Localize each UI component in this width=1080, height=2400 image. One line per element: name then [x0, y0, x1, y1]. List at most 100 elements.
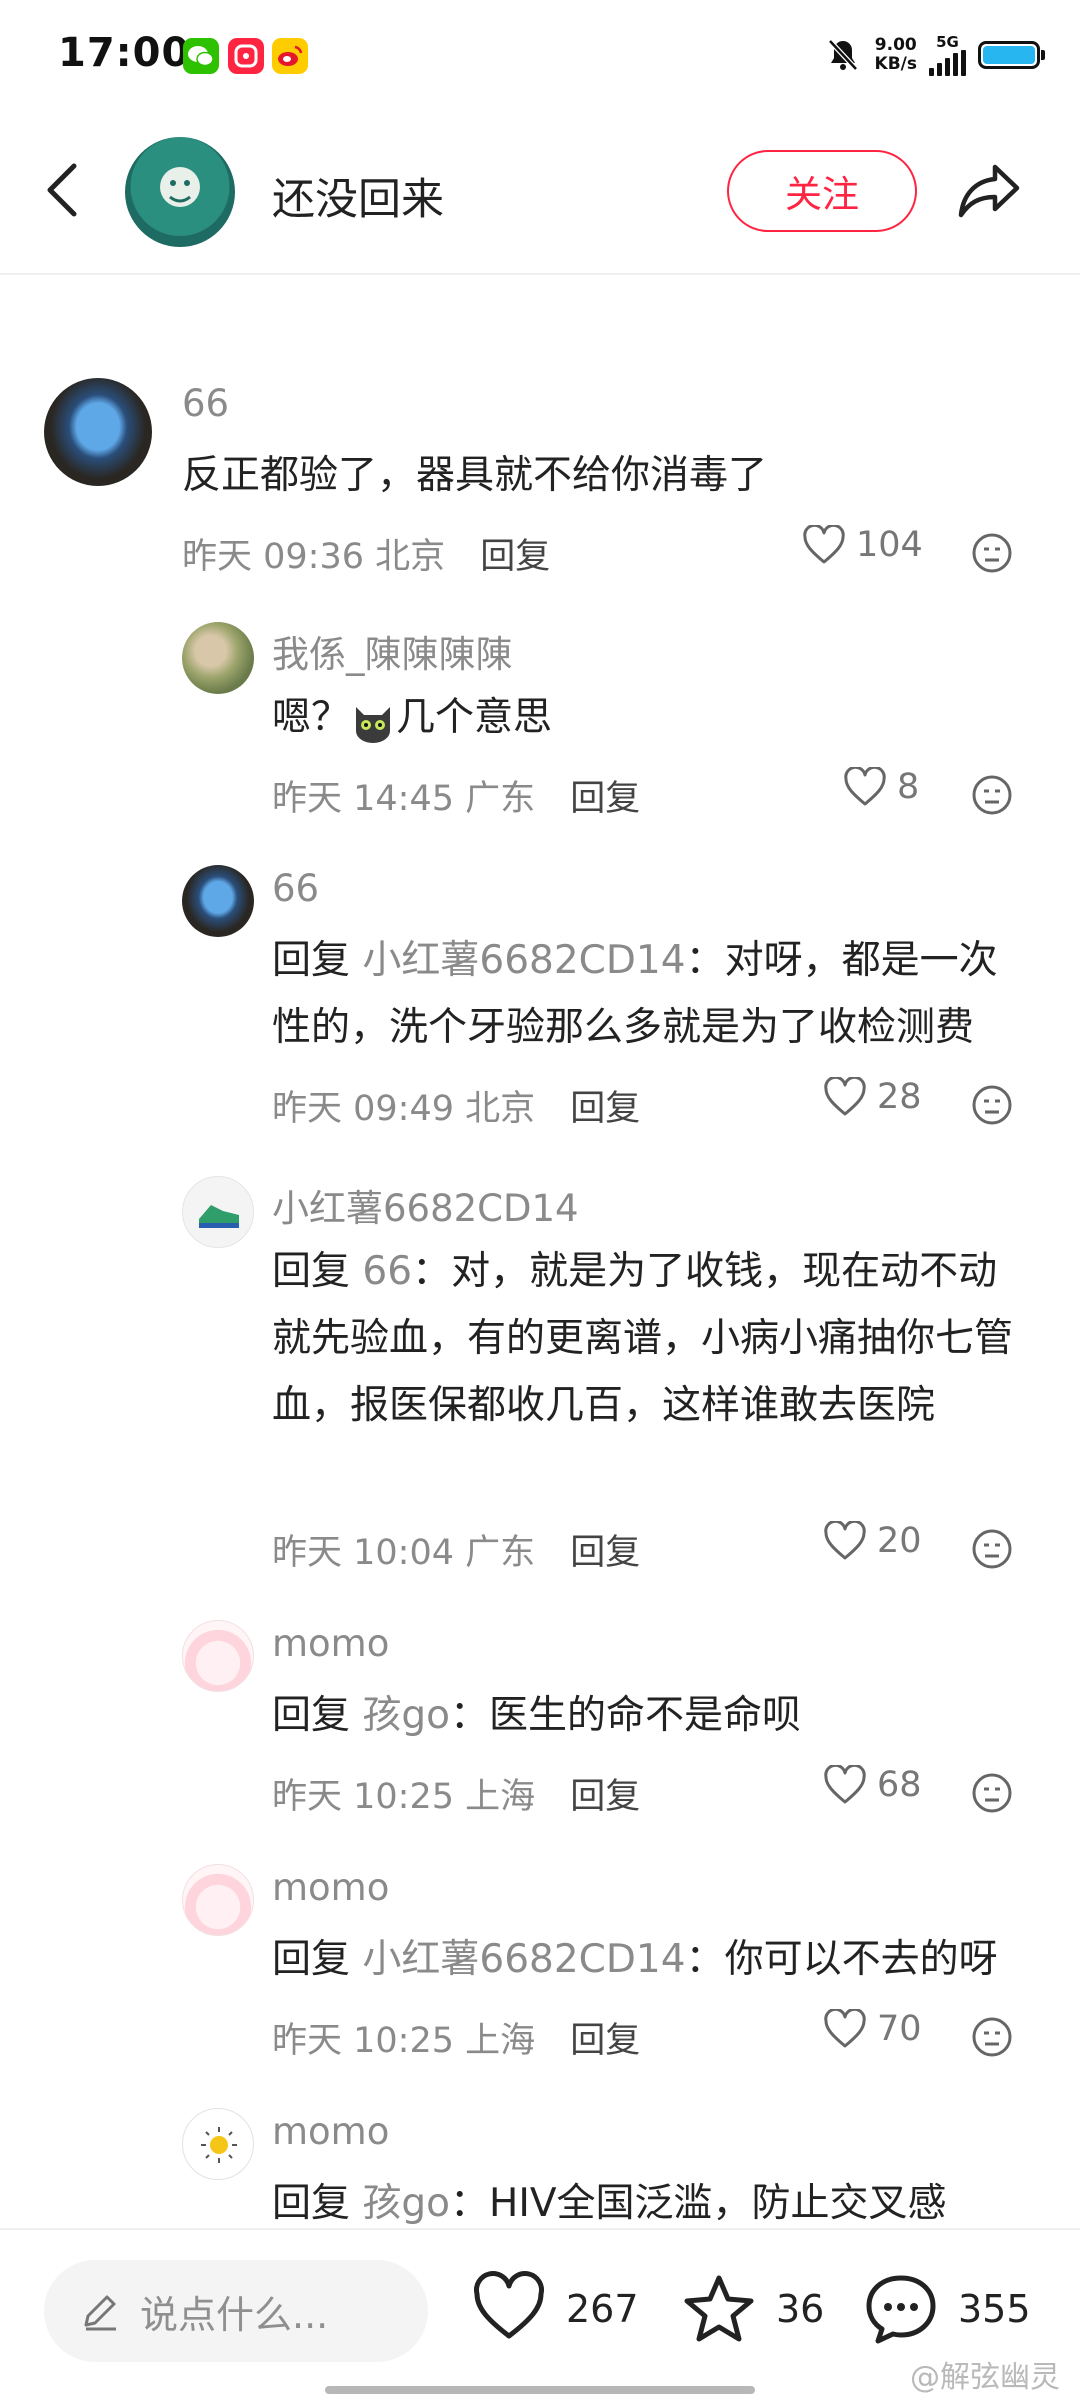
- author-name[interactable]: 还没回来: [272, 165, 444, 227]
- reply-button[interactable]: 回复: [570, 1777, 640, 1817]
- dislike-face-icon[interactable]: [971, 1528, 1013, 1570]
- favorite-button[interactable]: 36: [680, 2270, 824, 2348]
- heart-icon: [803, 525, 845, 564]
- star-icon: [684, 2275, 754, 2342]
- dislike-face-icon[interactable]: [971, 1772, 1013, 1814]
- comment-meta: 昨天 09:49 北京 回复: [272, 1080, 640, 1131]
- dislike-face-icon[interactable]: [971, 774, 1013, 816]
- comment-location: 广东: [465, 1533, 536, 1573]
- avatar[interactable]: [182, 1864, 254, 1936]
- heart-icon: [824, 1765, 866, 1804]
- reply-to-user[interactable]: 小红薯6682CD14: [362, 938, 685, 983]
- comment-user[interactable]: momo: [272, 1866, 389, 1909]
- home-indicator[interactable]: [325, 2386, 755, 2394]
- note-like-button[interactable]: 267: [470, 2270, 639, 2348]
- comment-meta: 昨天 09:36 北京 回复: [182, 528, 550, 579]
- heart-icon: [824, 2009, 866, 2048]
- avatar[interactable]: [44, 378, 152, 486]
- avatar[interactable]: [182, 2108, 254, 2180]
- reply-button[interactable]: 回复: [480, 537, 550, 577]
- comment-body: ：你可以不去的呀: [685, 1937, 998, 1982]
- favorite-count: 36: [776, 2287, 825, 2331]
- like-count: 8: [897, 767, 920, 807]
- like-button[interactable]: 28: [823, 1077, 922, 1117]
- comment-user[interactable]: 66: [182, 382, 229, 425]
- like-button[interactable]: 104: [802, 525, 923, 565]
- share-icon[interactable]: [955, 155, 1025, 225]
- status-bar: 17:00 9.00 KB/s 5G: [0, 0, 1080, 110]
- comment-input-placeholder: 说点什么...: [140, 2292, 329, 2337]
- comment-text: 回复 小红薯6682CD14：对呀，都是一次性的，洗个牙验那么多就是为了收检测费: [272, 927, 1032, 1061]
- dislike-face-icon[interactable]: [971, 1084, 1013, 1126]
- like-count: 70: [877, 2009, 922, 2049]
- avatar[interactable]: [182, 865, 254, 937]
- dislike-face-icon[interactable]: [971, 2016, 1013, 2058]
- reply-to-user[interactable]: 孩go: [362, 1693, 450, 1738]
- comment-time: 昨天 14:45: [272, 779, 454, 819]
- comment-user[interactable]: momo: [272, 2110, 389, 2153]
- reply-prefix: 回复: [272, 938, 351, 983]
- pencil-icon: [84, 2295, 116, 2331]
- comment-body: ：医生的命不是命呗: [450, 1693, 802, 1738]
- comment-time: 昨天 10:25: [272, 2021, 454, 2061]
- note-header: 还没回来 关注: [0, 110, 1080, 275]
- network-type: 5G: [936, 33, 959, 51]
- comment-text: 回复 孩go：医生的命不是命呗: [272, 1682, 801, 1749]
- heart-icon: [824, 1521, 866, 1560]
- reply-to-user[interactable]: 小红薯6682CD14: [362, 1937, 685, 1982]
- reply-to-user[interactable]: 66: [362, 1249, 412, 1294]
- reply-prefix: 回复: [272, 1693, 351, 1738]
- avatar[interactable]: [182, 622, 254, 694]
- reply-button[interactable]: 回复: [570, 1533, 640, 1573]
- cat-emoji-icon: [350, 697, 396, 743]
- sun-icon: [201, 2127, 237, 2163]
- comment-user[interactable]: 小红薯6682CD14: [272, 1178, 579, 1232]
- comment-count: 355: [958, 2287, 1031, 2331]
- comment-user[interactable]: momo: [272, 1622, 389, 1665]
- like-button[interactable]: 8: [843, 767, 919, 807]
- signal-group: 5G: [929, 34, 966, 76]
- avatar[interactable]: [182, 1176, 254, 1248]
- comment-user[interactable]: 66: [272, 867, 319, 910]
- comment-time: 昨天 10:25: [272, 1777, 454, 1817]
- comment-meta: 昨天 10:25 上海 回复: [272, 2012, 640, 2063]
- comment-time: 昨天 09:49: [272, 1089, 454, 1129]
- like-button[interactable]: 68: [823, 1765, 922, 1805]
- reply-button[interactable]: 回复: [570, 2021, 640, 2061]
- reply-button[interactable]: 回复: [570, 1089, 640, 1129]
- reply-to-user[interactable]: 孩go: [362, 2181, 450, 2226]
- like-count: 68: [877, 1765, 922, 1805]
- app-icon: [228, 38, 264, 74]
- comment-location: 北京: [465, 1089, 536, 1129]
- like-button[interactable]: 70: [823, 2009, 922, 2049]
- reply-prefix: 回复: [272, 2181, 351, 2226]
- signal-icon: [929, 50, 966, 76]
- comment-location: 上海: [465, 2021, 536, 2061]
- battery-icon: [978, 41, 1045, 69]
- comment-user[interactable]: 我係_陳陳陳陳: [272, 624, 513, 678]
- comment-time: 昨天 09:36: [182, 537, 364, 577]
- comment-text: 回复 孩go：HIV全国泛滥，防止交叉感: [272, 2170, 947, 2237]
- reply-button[interactable]: 回复: [570, 779, 640, 819]
- like-count: 28: [877, 1077, 922, 1117]
- like-button[interactable]: 20: [823, 1521, 922, 1561]
- heart-icon: [474, 2271, 544, 2339]
- heart-icon: [844, 767, 886, 806]
- comment-input[interactable]: 说点什么...: [44, 2260, 428, 2362]
- comment-location: 广东: [465, 779, 536, 819]
- dislike-face-icon[interactable]: [971, 532, 1013, 574]
- comment-text-prefix: 嗯？: [272, 695, 351, 740]
- follow-button[interactable]: 关注: [727, 150, 917, 232]
- avatar[interactable]: [182, 1620, 254, 1692]
- heart-icon: [824, 1077, 866, 1116]
- comment-button[interactable]: 355: [862, 2270, 1031, 2348]
- comment-time: 昨天 10:04: [272, 1533, 454, 1573]
- wechat-icon: [183, 38, 219, 74]
- comment-bubble-icon: [866, 2275, 936, 2344]
- like-count: 20: [877, 1521, 922, 1561]
- author-avatar[interactable]: [125, 137, 235, 247]
- back-arrow-icon[interactable]: [42, 160, 82, 220]
- comment-text: 回复 66：对，就是为了收钱，现在动不动就先验血，有的更离谱，小病小痛抽你七管血…: [272, 1238, 1032, 1439]
- watermark: @解弦幽灵: [910, 2360, 1060, 2395]
- comment-text: 嗯？ 几个意思: [272, 684, 552, 751]
